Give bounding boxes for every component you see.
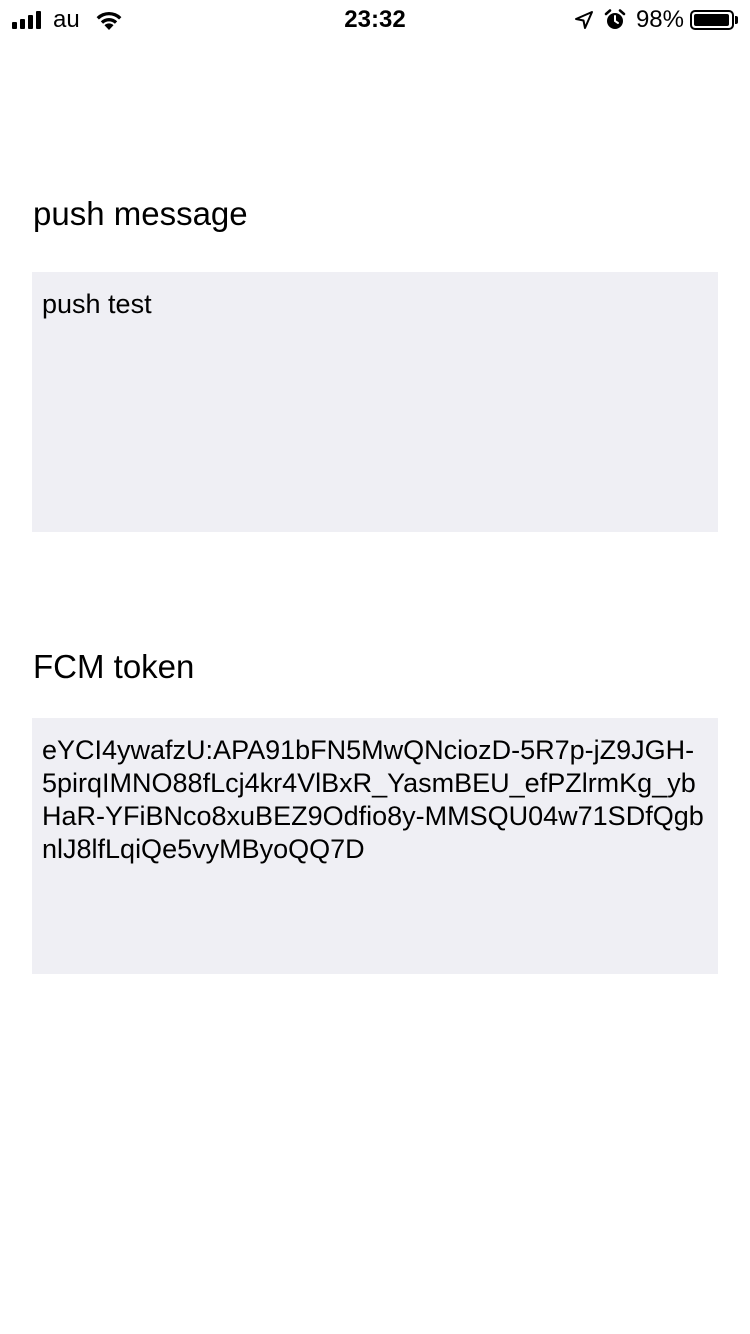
alarm-icon — [604, 9, 626, 29]
status-bar: au 23:32 98% — [0, 0, 750, 40]
status-right: 98% — [574, 6, 738, 34]
battery-cap — [735, 16, 738, 24]
fcm-token-textarea[interactable]: eYCI4ywafzU:APA91bFN5MwQNciozD-5R7p-jZ9J… — [32, 718, 718, 974]
location-arrow-icon — [574, 11, 593, 29]
battery-percent: 98% — [635, 6, 684, 33]
push-message-label: push message — [33, 195, 248, 232]
fcm-token-label: FCM token — [33, 648, 195, 685]
battery-icon — [690, 10, 734, 30]
battery-fill — [694, 14, 730, 26]
push-message-textarea[interactable]: push test — [32, 272, 718, 532]
